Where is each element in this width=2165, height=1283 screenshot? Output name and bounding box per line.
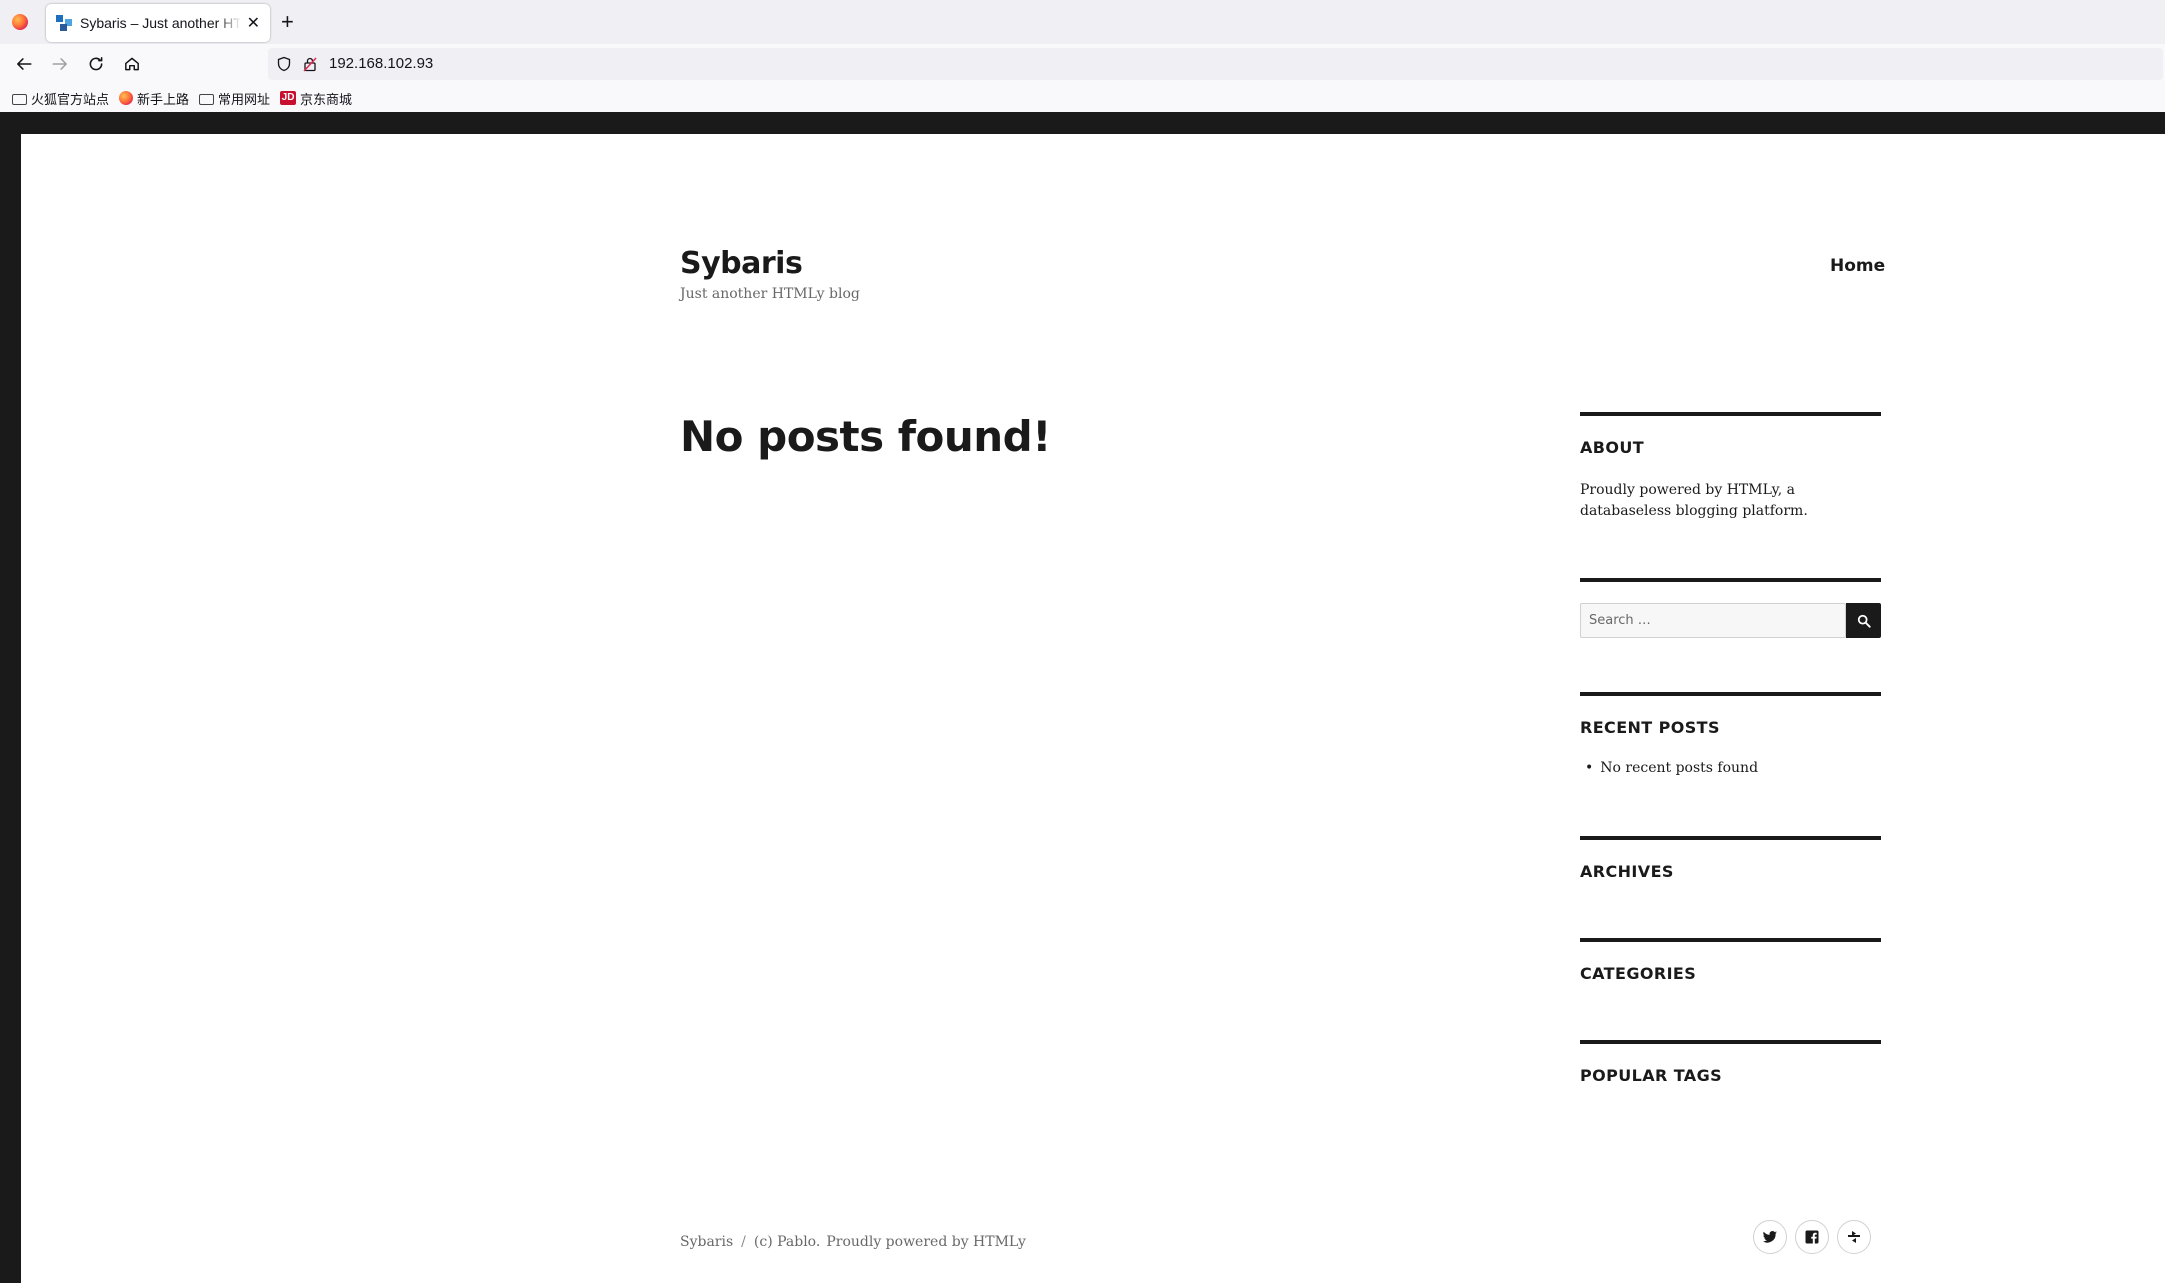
firefox-icon xyxy=(119,91,134,105)
home-icon[interactable] xyxy=(121,53,143,75)
twitter-icon[interactable] xyxy=(1753,1220,1787,1254)
widget-title-recent-posts: RECENT POSTS xyxy=(1580,718,1720,737)
bookmark-label: 京东商城 xyxy=(300,91,353,107)
rss-icon[interactable] xyxy=(1837,1220,1871,1254)
folder-icon xyxy=(199,93,215,105)
list-item: No recent posts found xyxy=(1585,760,1758,776)
tab-title: Sybaris – Just another HTMLy blog xyxy=(80,15,241,31)
jd-icon: JD xyxy=(280,91,297,105)
recent-posts-list: No recent posts found xyxy=(1585,760,1758,776)
bookmark-label: 火狐官方站点 xyxy=(31,91,110,107)
site-description: Just another HTMLy blog xyxy=(680,286,860,302)
page-heading: No posts found! xyxy=(680,412,1051,461)
widget-divider xyxy=(1580,1040,1881,1044)
forward-arrow-icon[interactable] xyxy=(49,53,71,75)
insecure-lock-icon[interactable] xyxy=(302,56,318,72)
bookmark-label: 新手上路 xyxy=(137,91,190,107)
widget-divider xyxy=(1580,578,1881,582)
nav-home-link[interactable]: Home xyxy=(1830,256,1885,276)
reload-icon[interactable] xyxy=(85,53,107,75)
browser-nav-bar: 192.168.102.93 xyxy=(0,44,2165,84)
url-text[interactable]: 192.168.102.93 xyxy=(329,55,433,72)
footer-separator: / xyxy=(741,1234,746,1250)
bookmark-item[interactable]: 火狐官方站点 xyxy=(12,89,109,108)
widget-title-popular-tags: POPULAR TAGS xyxy=(1580,1066,1723,1085)
widget-divider xyxy=(1580,692,1881,696)
about-text: Proudly powered by HTMLy, a databaseless… xyxy=(1580,482,1808,519)
tracking-shield-icon[interactable] xyxy=(276,56,292,72)
widget-title-archives: ARCHIVES xyxy=(1580,862,1674,881)
widget-divider xyxy=(1580,412,1881,416)
bookmark-item[interactable]: 常用网址 xyxy=(199,89,270,108)
firefox-menu-icon[interactable] xyxy=(12,14,28,30)
facebook-icon[interactable] xyxy=(1795,1220,1829,1254)
bookmarks-toolbar: 火狐官方站点 新手上路 常用网址 JD 京东商城 xyxy=(0,84,2165,112)
footer-site-link[interactable]: Sybaris xyxy=(680,1234,733,1250)
search-button[interactable] xyxy=(1846,603,1881,638)
footer-powered[interactable]: Proudly powered by HTMLy xyxy=(826,1234,1026,1250)
search-input[interactable]: Search … xyxy=(1580,603,1846,638)
page-viewport: Sybaris Just another HTMLy blog Home No … xyxy=(0,112,2165,1283)
bookmark-item[interactable]: 新手上路 xyxy=(119,89,189,108)
url-bar[interactable]: 192.168.102.93 xyxy=(268,48,2163,80)
widget-title-about: ABOUT xyxy=(1580,438,1645,457)
bookmark-item[interactable]: JD 京东商城 xyxy=(280,89,352,108)
tab-close-icon[interactable]: ✕ xyxy=(247,13,260,33)
site-favicon-icon xyxy=(56,15,72,31)
footer-info: Sybaris / (c) Pablo. Proudly powered by … xyxy=(680,1234,1026,1250)
widget-divider xyxy=(1580,836,1881,840)
browser-tab-bar: Sybaris – Just another HTMLy blog ✕ + xyxy=(0,0,2165,44)
bookmark-label: 常用网址 xyxy=(218,91,271,107)
back-arrow-icon[interactable] xyxy=(13,53,35,75)
site-title[interactable]: Sybaris xyxy=(680,246,803,281)
widget-divider xyxy=(1580,938,1881,942)
widget-title-categories: CATEGORIES xyxy=(1580,964,1697,983)
site-page: Sybaris Just another HTMLy blog Home No … xyxy=(21,134,2165,1283)
browser-tab-active[interactable]: Sybaris – Just another HTMLy blog ✕ xyxy=(46,4,270,42)
folder-icon xyxy=(12,93,27,105)
footer-copyright: (c) Pablo. xyxy=(753,1234,821,1250)
search-icon xyxy=(1857,614,1871,628)
new-tab-button[interactable]: + xyxy=(281,9,294,35)
